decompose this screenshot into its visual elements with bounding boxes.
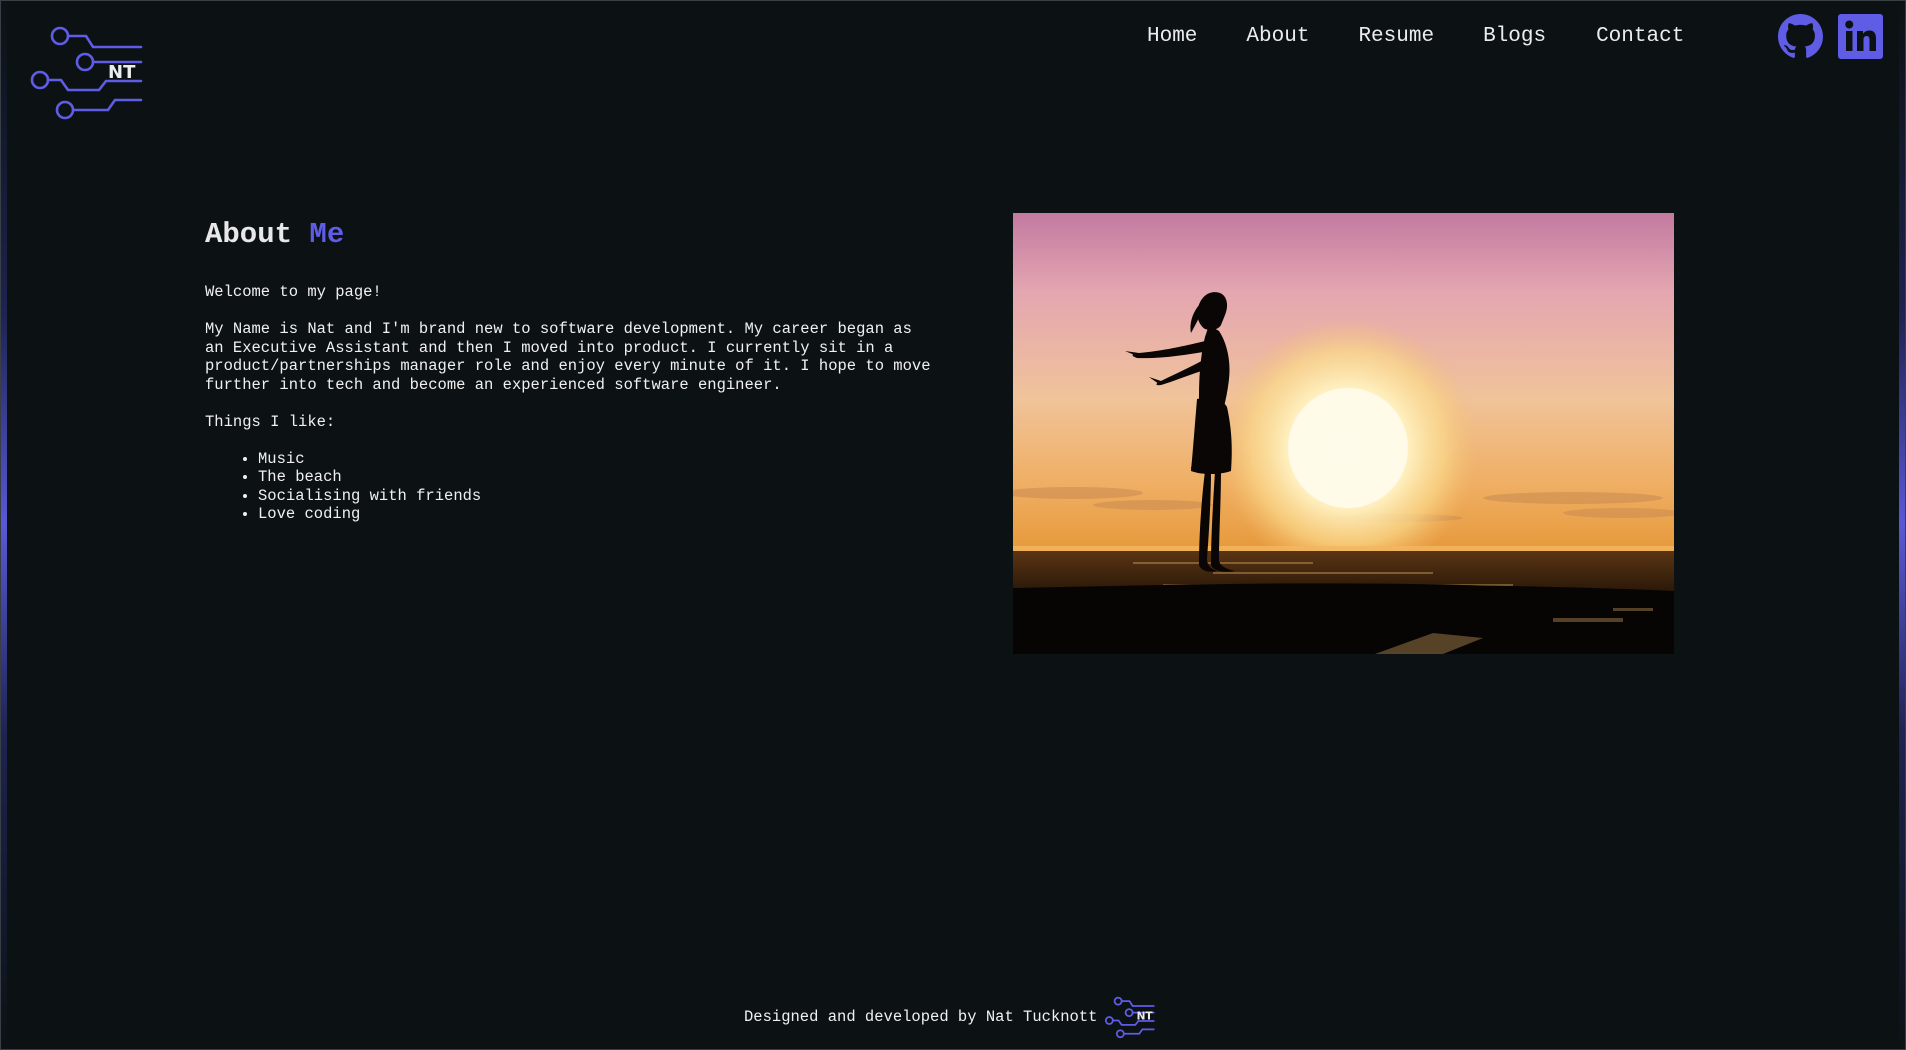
github-link[interactable] <box>1778 14 1823 59</box>
nav-home[interactable]: Home <box>1147 22 1197 52</box>
nav-blogs[interactable]: Blogs <box>1483 22 1546 52</box>
circuit-logo-icon: NT <box>30 26 143 120</box>
list-item: Music <box>258 450 935 469</box>
footer-credit: Designed and developed by Nat Tucknott <box>744 1008 1098 1026</box>
bio-text: My Name is Nat and I'm brand new to soft… <box>205 320 931 394</box>
title-part1: About <box>205 218 293 251</box>
nav-about[interactable]: About <box>1246 22 1309 52</box>
linkedin-link[interactable] <box>1838 14 1883 59</box>
about-body: Welcome to my page! My Name is Nat and I… <box>205 283 935 524</box>
list-item: Socialising with friends <box>258 487 935 506</box>
site-footer: Designed and developed by Nat Tucknott N… <box>0 995 1906 1045</box>
linkedin-icon <box>1838 14 1883 59</box>
circuit-logo-icon: NT <box>1104 996 1155 1039</box>
left-edge-glow <box>0 0 7 1050</box>
title-accent: Me <box>309 218 345 251</box>
logo-initials: NT <box>108 62 136 83</box>
social-links <box>1778 14 1883 59</box>
hero-photo <box>1013 213 1674 654</box>
github-icon <box>1778 14 1823 58</box>
list-item: Love coding <box>258 505 935 524</box>
site-logo[interactable]: NT <box>28 22 146 122</box>
right-edge-glow <box>1899 0 1906 1050</box>
footer-logo-initials: NT <box>1137 1011 1154 1023</box>
welcome-text: Welcome to my page! <box>205 283 382 301</box>
likes-list: Music The beach Socialising with friends… <box>205 450 935 524</box>
likes-heading: Things I like: <box>205 412 336 431</box>
sunset-silhouette-image <box>1013 213 1674 654</box>
main-nav: Home About Resume Blogs Contact <box>1147 22 1684 52</box>
nav-contact[interactable]: Contact <box>1596 22 1684 52</box>
list-item: The beach <box>258 468 935 487</box>
nav-resume[interactable]: Resume <box>1358 22 1434 52</box>
page-title: About Me <box>205 218 344 251</box>
footer-logo[interactable]: NT <box>1104 995 1156 1039</box>
